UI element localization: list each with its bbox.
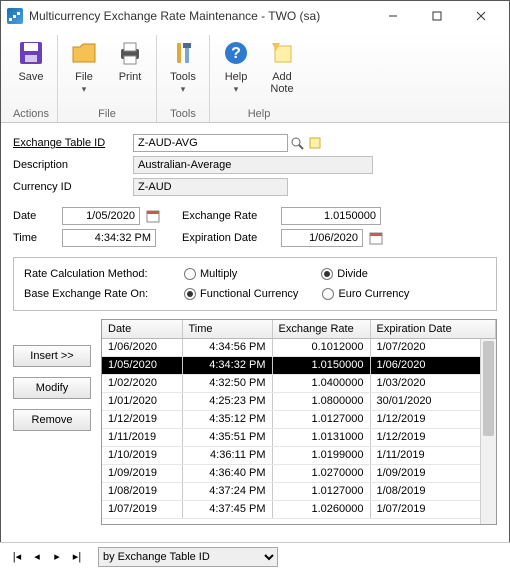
ribbon-group-file: File [98,108,116,122]
calendar-icon[interactable] [144,207,162,225]
close-button[interactable] [459,2,503,30]
col-rate[interactable]: Exchange Rate [272,320,370,338]
note-icon[interactable] [306,134,324,152]
table-row[interactable]: 1/10/20194:36:11 PM1.01990001/11/2019 [102,446,496,464]
table-row[interactable]: 1/01/20204:25:23 PM1.080000030/01/2020 [102,392,496,410]
folder-icon [68,37,100,69]
save-button[interactable]: Save [11,35,51,85]
sort-by-select[interactable]: by Exchange Table ID [98,547,278,567]
chevron-down-icon: ▾ [82,84,87,94]
functional-label: Functional Currency [200,288,298,300]
calendar-icon[interactable] [367,229,385,247]
ribbon-group-help: Help [248,108,271,122]
base-on-label: Base Exchange Rate On: [24,288,184,300]
add-note-icon [266,37,298,69]
table-row[interactable]: 1/07/20194:37:45 PM1.02600001/07/2019 [102,500,496,518]
title-bar: Multicurrency Exchange Rate Maintenance … [1,1,509,31]
nav-first-icon[interactable]: |◂ [8,550,26,563]
nav-prev-icon[interactable]: ◂ [28,550,46,563]
functional-radio[interactable]: Functional Currency [184,288,298,300]
print-button[interactable]: Print [110,35,150,97]
form-area: Exchange Table ID Z-AUD-AVG Description … [1,123,509,253]
exchange-rate-label: Exchange Rate [182,210,277,222]
help-icon: ? [220,37,252,69]
table-row[interactable]: 1/06/20204:34:56 PM0.10120001/07/2020 [102,338,496,356]
nav-next-icon[interactable]: ▸ [48,550,66,563]
expiration-date-label: Expiration Date [182,232,277,244]
description-label: Description [13,159,133,171]
minimize-button[interactable] [371,2,415,30]
exchange-table-id-label[interactable]: Exchange Table ID [13,137,105,149]
tools-icon [167,37,199,69]
time-label: Time [13,232,58,244]
tools-button[interactable]: Tools▾ [163,35,203,97]
multiply-label: Multiply [200,268,237,280]
tools-label: Tools [170,71,196,83]
rates-table[interactable]: Date Time Exchange Rate Expiration Date … [101,319,497,525]
insert-button[interactable]: Insert >> [13,345,91,367]
col-date[interactable]: Date [102,320,182,338]
window-title: Multicurrency Exchange Rate Maintenance … [29,9,371,23]
col-exp[interactable]: Expiration Date [370,320,496,338]
file-button[interactable]: File▾ [64,35,104,97]
file-label: File [75,71,93,83]
exchange-table-id-field[interactable]: Z-AUD-AVG [133,134,288,152]
add-note-label: Add Note [270,71,293,95]
help-button[interactable]: ? Help▾ [216,35,256,97]
description-field: Australian-Average [133,156,373,174]
euro-radio[interactable]: Euro Currency [322,288,409,300]
modify-button[interactable]: Modify [13,377,91,399]
time-field[interactable]: 4:34:32 PM [62,229,156,247]
app-icon [7,8,23,24]
footer-nav: |◂ ◂ ▸ ▸| by Exchange Table ID [0,542,510,570]
grid-section: Insert >> Modify Remove Date Time Exchan… [1,319,509,525]
euro-label: Euro Currency [338,288,409,300]
save-label: Save [18,71,43,83]
ribbon-group-actions: Actions [13,108,49,122]
currency-id-field: Z-AUD [133,178,288,196]
lookup-icon[interactable] [288,134,306,152]
printer-icon [114,37,146,69]
add-note-button[interactable]: Add Note [262,35,302,97]
currency-id-label: Currency ID [13,181,133,193]
table-row[interactable]: 1/09/20194:36:40 PM1.02700001/09/2019 [102,464,496,482]
table-row[interactable]: 1/05/20204:34:32 PM1.01500001/06/2020 [102,356,496,374]
date-field[interactable]: 1/05/2020 [62,207,140,225]
table-row[interactable]: 1/08/20194:37:24 PM1.01270001/08/2019 [102,482,496,500]
divide-radio[interactable]: Divide [321,268,368,280]
chevron-down-icon: ▾ [181,84,186,94]
print-label: Print [119,71,142,83]
ribbon-group-tools: Tools [170,108,196,122]
table-row[interactable]: 1/12/20194:35:12 PM1.01270001/12/2019 [102,410,496,428]
remove-button[interactable]: Remove [13,409,91,431]
help-label: Help [225,71,248,83]
exchange-rate-field[interactable]: 1.0150000 [281,207,381,225]
table-row[interactable]: 1/11/20194:35:51 PM1.01310001/12/2019 [102,428,496,446]
table-row[interactable]: 1/02/20204:32:50 PM1.04000001/03/2020 [102,374,496,392]
maximize-button[interactable] [415,2,459,30]
col-time[interactable]: Time [182,320,272,338]
date-label: Date [13,210,58,222]
save-icon [15,37,47,69]
chevron-down-icon: ▾ [234,84,239,94]
svg-text:?: ? [231,45,241,62]
multiply-radio[interactable]: Multiply [184,268,237,280]
nav-last-icon[interactable]: ▸| [68,550,86,563]
expiration-date-field[interactable]: 1/06/2020 [281,229,363,247]
table-scrollbar[interactable] [480,339,496,524]
ribbon-toolbar: Save Actions File▾ Print File [1,31,509,123]
calc-method-label: Rate Calculation Method: [24,268,184,280]
options-group: Rate Calculation Method: Multiply Divide… [13,257,497,311]
divide-label: Divide [337,268,368,280]
